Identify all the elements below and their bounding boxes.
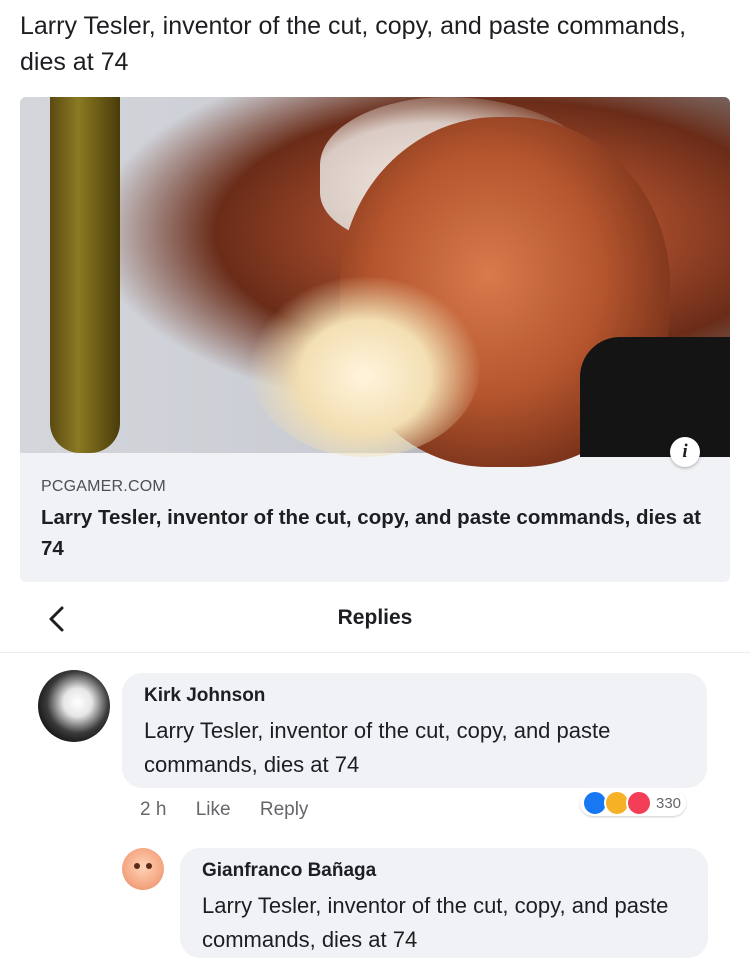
comment-bubble: Gianfranco Bañaga Larry Tesler, inventor… bbox=[180, 848, 708, 958]
comment-actions: 2 h Like Reply bbox=[140, 799, 332, 821]
reaction-count: 330 bbox=[656, 794, 682, 812]
love-reaction-icon bbox=[626, 790, 652, 816]
like-button[interactable]: Like bbox=[196, 799, 231, 820]
comment-text: Larry Tesler, inventor of the cut, copy,… bbox=[202, 889, 672, 957]
reactions-summary[interactable]: 330 bbox=[580, 790, 687, 816]
replies-header: Replies bbox=[0, 590, 750, 653]
shirt-shape bbox=[580, 337, 730, 457]
link-title[interactable]: Larry Tesler, inventor of the cut, copy,… bbox=[41, 502, 701, 564]
avatar[interactable] bbox=[122, 848, 164, 890]
flower-shape bbox=[250, 277, 480, 457]
reply-button[interactable]: Reply bbox=[260, 799, 309, 820]
comment-text: Larry Tesler, inventor of the cut, copy,… bbox=[144, 714, 664, 782]
comment-text-content: Larry Tesler, inventor of the cut, copy,… bbox=[144, 718, 611, 777]
comment-timestamp[interactable]: 2 h bbox=[140, 799, 166, 820]
flower-stem-shape bbox=[50, 97, 120, 453]
avatar[interactable] bbox=[38, 670, 110, 742]
info-icon[interactable]: i bbox=[670, 437, 700, 467]
comment-bubble: Kirk Johnson Larry Tesler, inventor of t… bbox=[122, 673, 707, 788]
comment-author[interactable]: Gianfranco Bañaga bbox=[202, 860, 376, 882]
replies-title: Replies bbox=[337, 606, 413, 629]
comment-author[interactable]: Kirk Johnson bbox=[144, 685, 265, 707]
link-domain: PCGAMER.COM bbox=[41, 478, 166, 495]
comment-text-content: Larry Tesler, inventor of the cut, copy,… bbox=[202, 893, 669, 952]
post-text: Larry Tesler, inventor of the cut, copy,… bbox=[20, 12, 687, 76]
link-preview-card[interactable]: i PCGAMER.COM Larry Tesler, inventor of … bbox=[20, 97, 730, 582]
link-preview-image[interactable] bbox=[20, 97, 730, 467]
